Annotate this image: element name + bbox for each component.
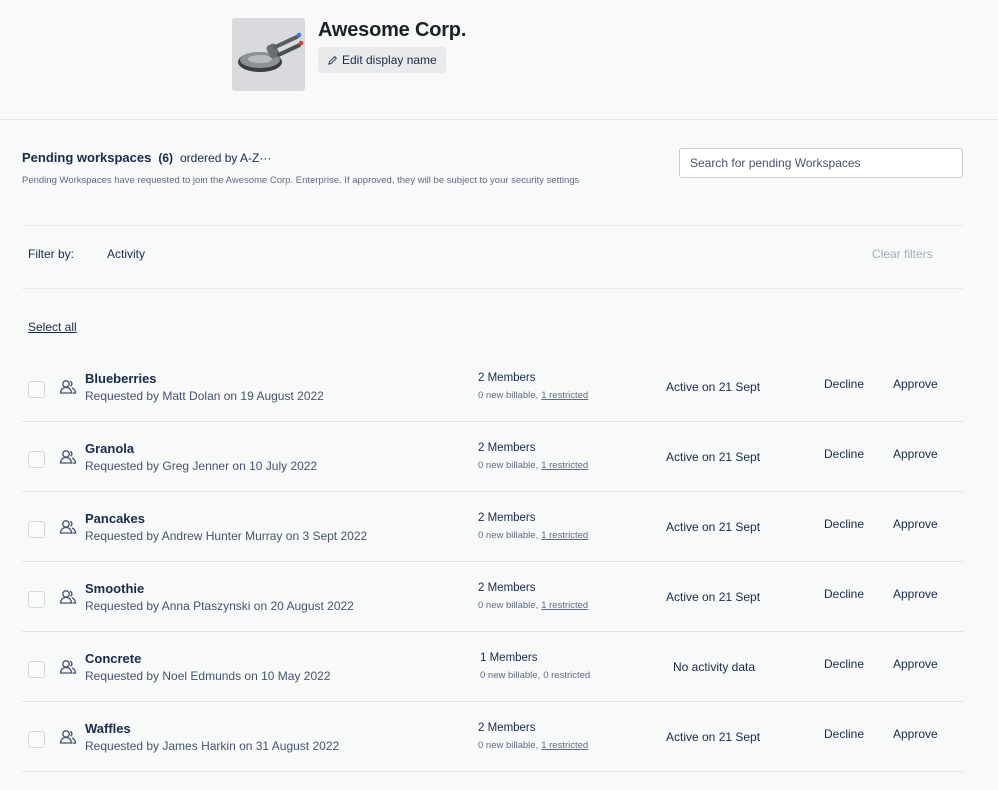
approve-button[interactable]: Approve [893,657,938,671]
workspace-group-icon [59,518,77,536]
decline-button[interactable]: Decline [824,657,864,671]
org-name: Awesome Corp. [318,19,467,41]
org-header: Awesome Corp. Edit display name [0,0,998,120]
members-detail: 0 new billable, 1 restricted [478,530,588,541]
billable-count: 0 new billable, [478,530,539,541]
billable-count: 0 new billable, [480,670,541,681]
members-detail: 0 new billable, 1 restricted [478,740,588,751]
restricted-link[interactable]: 1 restricted [541,530,588,541]
workspace-requested-by: Requested by Noel Edmunds on 10 May 2022 [85,669,331,683]
members-detail: 0 new billable, 0 restricted [480,670,590,681]
workspace-name: Smoothie [85,581,145,596]
billable-count: 0 new billable, [478,600,539,611]
billable-count: 0 new billable, [478,740,539,751]
decline-button[interactable]: Decline [824,447,864,461]
restricted-link[interactable]: 1 restricted [541,460,588,471]
members-count: 2 Members [478,582,536,594]
billable-count: 0 new billable, [478,460,539,471]
workspace-row: Pancakes Requested by Andrew Hunter Murra… [22,492,963,562]
workspace-name: Blueberries [85,371,157,386]
workspace-row: Granola Requested by Greg Jenner on 10 Ju… [22,422,963,492]
activity-status: Active on 21 Sept [666,590,761,604]
workspace-requested-by: Requested by Greg Jenner on 10 July 2022 [85,459,318,473]
members-count: 2 Members [478,722,536,734]
workspace-requested-by: Requested by Matt Dolan on 19 August 202… [85,389,324,403]
decline-button[interactable]: Decline [824,377,864,391]
clear-filters-button[interactable]: Clear filters [872,247,933,261]
members-count: 1 Members [480,652,538,664]
approve-button[interactable]: Approve [893,377,938,391]
workspace-row: Waffles Requested by James Harkin on 31 A… [22,702,963,772]
decline-button[interactable]: Decline [824,517,864,531]
search-input[interactable] [679,148,963,178]
activity-status: No activity data [673,660,756,674]
decline-button[interactable]: Decline [824,727,864,741]
workspace-group-icon [59,378,77,396]
approve-button[interactable]: Approve [893,587,938,601]
restricted-link[interactable]: 1 restricted [541,390,588,401]
activity-status: Active on 21 Sept [666,520,761,534]
edit-display-name-label: Edit display name [342,53,437,67]
members-count: 2 Members [478,372,536,384]
members-detail: 0 new billable, 1 restricted [478,460,588,471]
decline-button[interactable]: Decline [824,587,864,601]
workspace-name: Pancakes [85,511,145,526]
members-count: 2 Members [478,512,536,524]
row-checkbox[interactable] [28,731,45,748]
members-detail: 0 new billable, 1 restricted [478,390,588,401]
workspace-row: Smoothie Requested by Anna Ptaszynski on … [22,562,963,632]
approve-button[interactable]: Approve [893,517,938,531]
order-dropdown[interactable]: ordered by A-Z··· [180,151,271,165]
edit-display-name-button[interactable]: Edit display name [318,47,446,73]
workspace-row: Concrete Requested by Noel Edmunds on 10 … [22,632,963,702]
org-logo [232,18,305,91]
workspace-name: Granola [85,441,135,456]
divider [22,225,963,226]
starship-logo-icon [232,18,305,91]
row-checkbox[interactable] [28,661,45,678]
workspace-name: Waffles [85,721,131,736]
filter-activity[interactable]: Activity [107,247,145,261]
restricted-link[interactable]: 1 restricted [541,740,588,751]
workspace-row: Blueberries Requested by Matt Dolan on 19… [22,352,963,422]
members-count: 2 Members [478,442,536,454]
row-checkbox[interactable] [28,451,45,468]
workspace-requested-by: Requested by Anna Ptaszynski on 20 Augus… [85,599,354,613]
activity-status: Active on 21 Sept [666,730,761,744]
section-description: Pending Workspaces have requested to joi… [22,175,580,186]
members-detail: 0 new billable, 1 restricted [478,600,588,611]
workspace-group-icon [59,588,77,606]
billable-count: 0 new billable, [478,390,539,401]
workspace-name: Concrete [85,651,142,666]
workspace-requested-by: Requested by James Harkin on 31 August 2… [85,739,340,753]
row-checkbox[interactable] [28,381,45,398]
workspace-requested-by: Requested by Andrew Hunter Murray on 3 S… [85,529,368,543]
activity-status: Active on 21 Sept [666,380,761,394]
select-all-link[interactable]: Select all [28,320,77,334]
filter-label: Filter by: [28,247,75,261]
workspace-group-icon [59,448,77,466]
restricted-link[interactable]: 1 restricted [541,600,588,611]
approve-button[interactable]: Approve [893,447,938,461]
section-title-text: Pending workspaces [22,150,152,165]
approve-button[interactable]: Approve [893,727,938,741]
row-checkbox[interactable] [28,521,45,538]
workspace-group-icon [59,728,77,746]
workspace-group-icon [59,658,77,676]
restricted-link: 0 restricted [543,670,591,681]
pending-count: (6) [158,151,173,165]
activity-status: Active on 21 Sept [666,450,761,464]
pencil-icon [328,55,337,65]
row-checkbox[interactable] [28,591,45,608]
section-title: Pending workspaces (6) ordered by A-Z··· [22,150,271,165]
divider [22,288,963,289]
